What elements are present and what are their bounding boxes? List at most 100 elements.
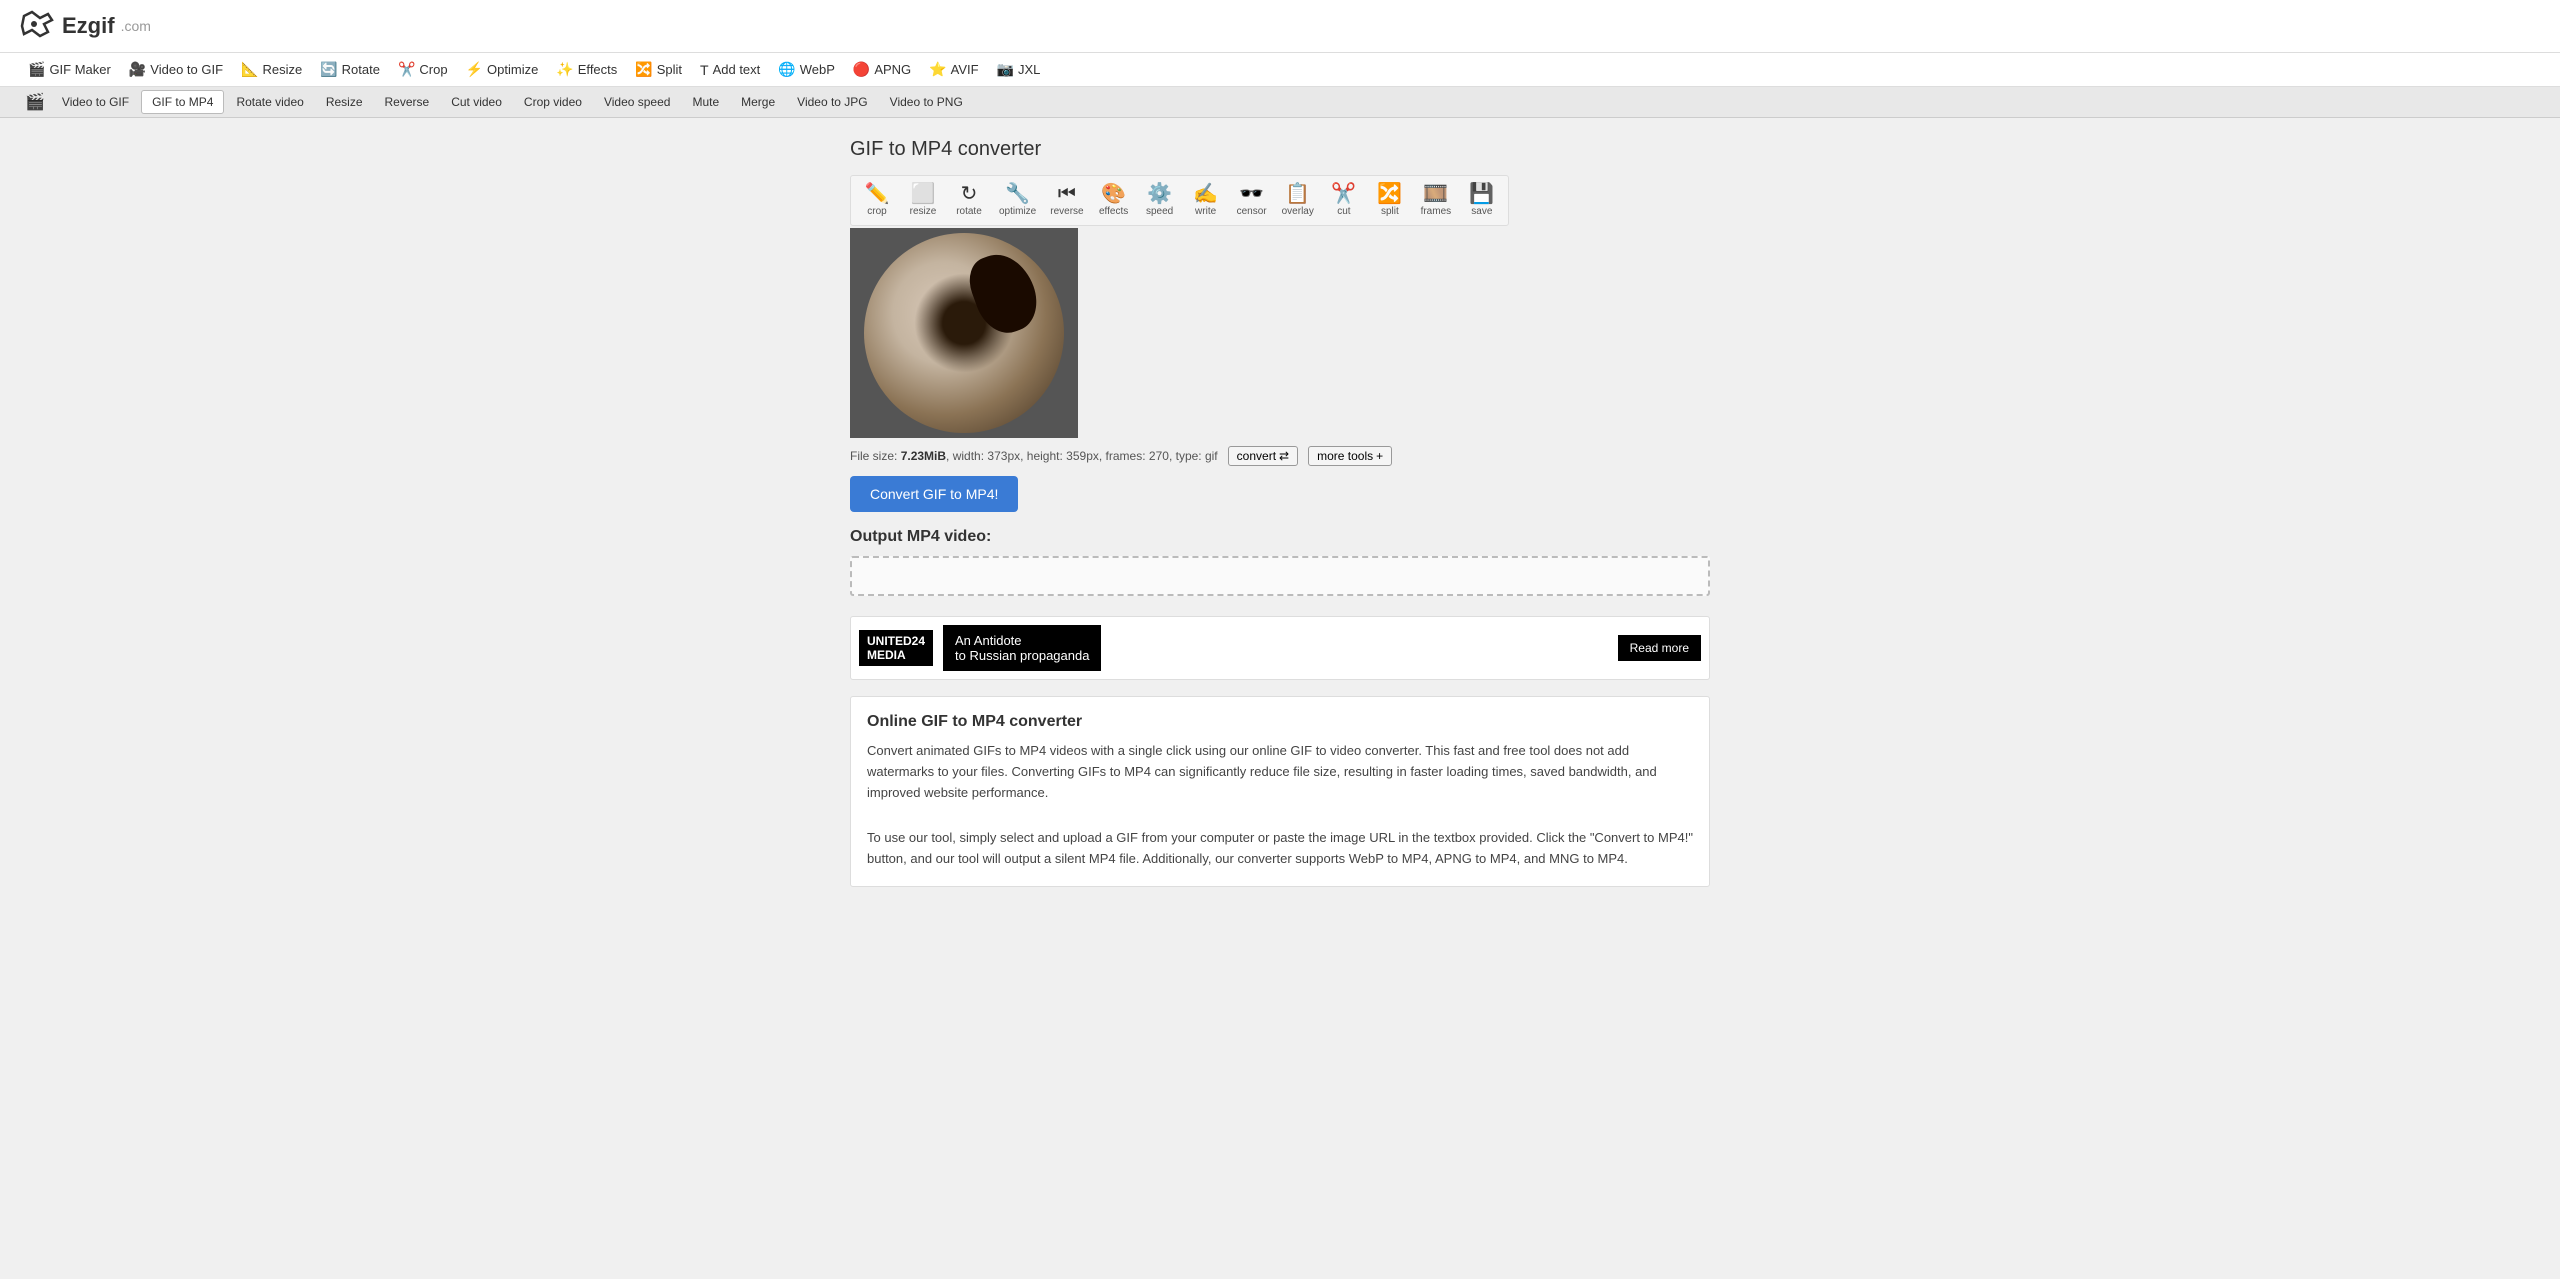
sub-nav-item-video-to-jpg[interactable]: Video to JPG (787, 91, 878, 113)
tool-effects[interactable]: 🎨effects (1092, 180, 1136, 221)
video-to-gif-nav-label: Video to GIF (150, 62, 223, 77)
toolbar: ✏️crop⬜resize↻rotate 🔧 optimize ⏮reverse🎨ef… (850, 175, 1509, 226)
optimize-nav-icon: ⚡ (466, 61, 483, 78)
gif-maker-nav-label: GIF Maker (49, 62, 110, 77)
sub-nav-item-video-speed[interactable]: Video speed (594, 91, 681, 113)
tool-reverse[interactable]: ⏮reverse (1044, 180, 1089, 221)
rotate-nav-icon: 🔄 (320, 61, 337, 78)
nav-item-jxl[interactable]: 📷JXL (989, 57, 1049, 82)
avif-nav-label: AVIF (951, 62, 979, 77)
jxl-nav-icon: 📷 (997, 61, 1014, 78)
nav-item-add-text[interactable]: T Add text (692, 57, 768, 82)
frames-tool-icon: 🎞️ (1423, 184, 1448, 204)
add-text-nav-label: Add text (713, 62, 761, 77)
split-tool-label: split (1381, 206, 1399, 217)
logo-icon (20, 8, 56, 44)
nav-item-split[interactable]: 🔀Split (627, 57, 690, 82)
tool-rotate[interactable]: ↻rotate (947, 180, 991, 221)
nav-item-video-to-gif[interactable]: 🎥Video to GIF (121, 57, 231, 82)
apng-nav-label: APNG (874, 62, 911, 77)
output-area (850, 556, 1710, 596)
censor-tool-icon: 🕶️ (1239, 184, 1264, 204)
sub-nav-item-gif-to-mp4[interactable]: GIF to MP4 (141, 90, 224, 114)
tool-crop[interactable]: ✏️crop (855, 180, 899, 221)
save-tool-icon: 💾 (1469, 184, 1494, 204)
add-text-nav-icon: T (700, 62, 709, 78)
nav-item-crop[interactable]: ✂️Crop (390, 57, 456, 82)
tool-split[interactable]: 🔀 split (1368, 180, 1412, 221)
avif-nav-icon: ⭐ (929, 61, 946, 78)
frames-label: frames: (1106, 449, 1146, 463)
censor-tool-label: censor (1237, 206, 1267, 217)
nav-item-effects[interactable]: ✨Effects (548, 57, 625, 82)
sub-nav-item-crop-video[interactable]: Crop video (514, 91, 592, 113)
tool-speed[interactable]: ⚙️speed (1138, 180, 1182, 221)
logo[interactable]: Ezgif.com (20, 8, 151, 44)
ad-read-more-button[interactable]: Read more (1618, 635, 1701, 661)
optimize-tool-icon: 🔧 (1005, 184, 1030, 204)
optimize-tool-label: optimize (999, 206, 1036, 217)
tool-write[interactable]: ✍️write (1184, 180, 1228, 221)
height-value: 359px (1066, 449, 1099, 463)
sub-nav-item-merge[interactable]: Merge (731, 91, 785, 113)
convert-gif-to-mp4-button[interactable]: Convert GIF to MP4! (850, 476, 1018, 512)
tool-frames[interactable]: 🎞️ frames (1414, 180, 1458, 221)
output-title: Output MP4 video: (850, 528, 1710, 546)
effects-tool-label: effects (1099, 206, 1128, 217)
nav-item-gif-maker[interactable]: 🎬 GIF Maker (20, 57, 119, 82)
nav-item-webp[interactable]: 🌐WebP (770, 57, 843, 82)
effects-nav-label: Effects (578, 62, 618, 77)
nav-item-resize[interactable]: 📐 Resize (233, 57, 310, 82)
sub-nav-item-rotate-video[interactable]: Rotate video (226, 91, 313, 113)
resize-tool-icon: ⬜ (911, 184, 936, 204)
split-tool-icon: 🔀 (1377, 184, 1402, 204)
type-label: type: (1176, 449, 1202, 463)
width-label: width: (953, 449, 984, 463)
height-label: height: (1027, 449, 1063, 463)
split-nav-icon: 🔀 (635, 61, 652, 78)
rotate-tool-label: rotate (956, 206, 982, 217)
frames-tool-label: frames (1421, 206, 1452, 217)
tool-save[interactable]: 💾 save (1460, 180, 1504, 221)
resize-nav-label: Resize (262, 62, 302, 77)
resize-nav-icon: 📐 (241, 61, 258, 78)
description-section: Online GIF to MP4 converter Convert anim… (850, 696, 1710, 887)
sub-nav-item-resize[interactable]: Resize (316, 91, 373, 113)
convert-inline-button[interactable]: convert ⇄ (1228, 446, 1298, 466)
sub-nav-item-reverse[interactable]: Reverse (375, 91, 440, 113)
logo-suffix: .com (121, 18, 151, 34)
reverse-tool-label: reverse (1050, 206, 1083, 217)
apng-nav-icon: 🔴 (853, 61, 870, 78)
film-icon: 🎬 (20, 89, 50, 115)
gif-maker-nav-icon: 🎬 (28, 61, 45, 78)
sub-nav-item-video-to-png[interactable]: Video to PNG (880, 91, 973, 113)
optimize-nav-label: Optimize (487, 62, 538, 77)
ad-banner: UNITED24 MEDIA An Antidote to Russian pr… (850, 616, 1710, 680)
convert-arrow-icon: ⇄ (1279, 449, 1289, 463)
convert-button-label: Convert GIF to MP4! (870, 486, 998, 502)
description-para2: To use our tool, simply select and uploa… (867, 828, 1693, 870)
tool-overlay[interactable]: 📋overlay (1276, 180, 1320, 221)
file-info: File size: 7.23MiB, width: 373px, height… (850, 446, 1710, 466)
sub-nav-item-mute[interactable]: Mute (682, 91, 729, 113)
webp-nav-icon: 🌐 (778, 61, 795, 78)
description-title: Online GIF to MP4 converter (867, 713, 1693, 731)
nav-item-avif[interactable]: ⭐ AVIF (921, 57, 986, 82)
nav-item-optimize[interactable]: ⚡ Optimize (458, 57, 547, 82)
tool-optimize[interactable]: 🔧 optimize (993, 180, 1042, 221)
write-tool-icon: ✍️ (1193, 184, 1218, 204)
frames-value: 270 (1149, 449, 1169, 463)
nav-item-apng[interactable]: 🔴 APNG (845, 57, 919, 82)
sub-nav-item-video-to-gif[interactable]: Video to GIF (52, 91, 139, 113)
tool-resize[interactable]: ⬜resize (901, 180, 945, 221)
header: Ezgif.com (0, 0, 2560, 53)
save-tool-label: save (1471, 206, 1492, 217)
overlay-tool-icon: 📋 (1285, 184, 1310, 204)
nav-item-rotate[interactable]: 🔄Rotate (312, 57, 388, 82)
tool-censor[interactable]: 🕶️ censor (1230, 180, 1274, 221)
more-tools-button[interactable]: more tools + (1308, 446, 1392, 466)
crop-nav-label: Crop (419, 62, 447, 77)
ad-message: An Antidote to Russian propaganda (955, 633, 1089, 663)
tool-cut[interactable]: ✂️cut (1322, 180, 1366, 221)
sub-nav-item-cut-video[interactable]: Cut video (441, 91, 512, 113)
